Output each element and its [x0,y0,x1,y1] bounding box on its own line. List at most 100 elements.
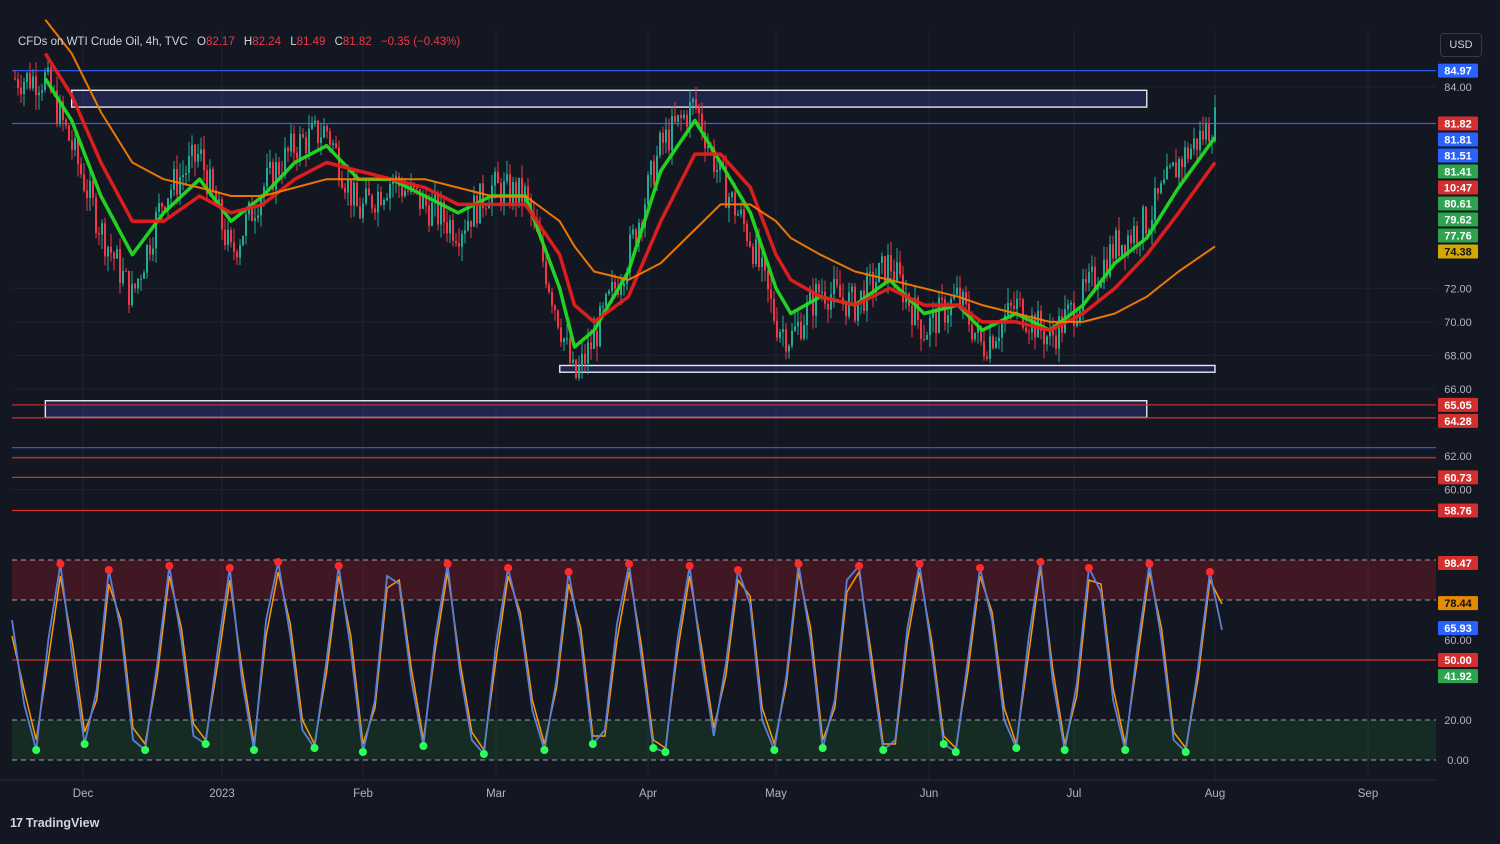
overbought-dot [334,562,343,570]
time-tick-label: Apr [639,788,657,800]
candle-body [458,243,460,247]
candle-body [938,297,940,334]
candle-body [221,199,223,230]
candle-body [68,125,70,141]
candle-body [1196,138,1198,151]
currency-button[interactable]: USD [1440,33,1482,57]
candle-body [827,303,829,310]
overbought-dot [915,560,924,568]
oversold-dot [818,744,827,752]
candle-body [35,76,37,96]
oversold-dot [1012,744,1021,752]
candle-body [731,192,733,197]
candle-body [869,271,871,273]
candle-body [287,147,289,152]
candle-body [689,102,691,127]
candle-body [509,174,511,205]
candle-body [74,138,76,150]
candle-body [356,182,358,207]
candle-body [1187,147,1189,159]
candle-body [1178,159,1180,178]
candle-body [245,214,247,236]
price-tag: 10:47 [1444,183,1472,195]
candle-body [86,190,88,199]
candle-body [881,256,883,263]
price-tag: 81.51 [1444,151,1472,163]
overbought-dot [443,560,452,568]
candle-body [695,99,697,107]
candle-body [125,270,127,272]
candle-body [455,240,457,244]
price-tag: 77.76 [1444,231,1472,243]
candle-body [818,283,820,293]
price-tag: 60.73 [1444,472,1472,484]
candle-body [776,320,778,338]
oversold-dot [80,740,89,748]
candle-body [377,191,379,213]
candle-body [104,223,106,257]
candle-body [611,282,613,292]
high-value: 82.24 [252,36,282,48]
candle-body [593,331,595,350]
change-value: −0.35 (−0.43%) [380,36,461,48]
price-chart[interactable]: 84.00 72.00 70.00 68.00 66.00 62.00 60.00 60.00… [0,0,1500,844]
candle-body [116,249,118,259]
candle-body [974,332,976,340]
candle-body [368,188,370,196]
candle-body [551,291,553,306]
candle-body [326,126,328,132]
candle-body [839,285,841,298]
candle-body [944,299,946,323]
zone-box [70,89,1148,108]
candle-body [866,272,868,311]
price-tag: 58.76 [1444,505,1472,517]
candle-body [446,222,448,234]
candle-body [512,182,514,205]
zone-box [44,400,1148,419]
candle-body [158,203,160,212]
candle-body [602,306,604,308]
candle-body [971,324,973,340]
candle-body [407,190,409,192]
candle-body [95,197,97,233]
candle-body [662,132,664,143]
oversold-band [12,720,1436,760]
candle-body [794,326,796,331]
candle-body [545,261,547,285]
candle-body [902,274,904,303]
overbought-dot [976,564,984,572]
candle-body [752,246,754,264]
candle-body [572,359,574,363]
candle-body [899,262,901,275]
candle-body [293,133,295,153]
candle-body [26,72,28,82]
candle-body [584,353,586,364]
candle-body [323,126,325,138]
candle-body [878,262,880,283]
candle-body [173,168,175,190]
price-tag: 81.81 [1444,135,1472,147]
candle-body [134,283,136,289]
price-tick-label: 70.00 [1444,317,1472,329]
candle-body [1199,130,1201,151]
candle-body [185,173,187,175]
candle-body [998,337,1000,342]
candle-body [851,286,853,293]
candle-body [314,120,316,124]
candle-body [269,161,271,168]
candle-body [1145,206,1147,234]
time-tick-label: Aug [1205,788,1225,800]
brand-name: TradingView [25,816,100,830]
candle-body [485,208,487,210]
candle-body [1184,147,1186,168]
oversold-dot [661,748,670,756]
chart-background [0,0,1500,844]
candle-body [1115,230,1117,259]
candle-body [698,106,700,114]
candle-body [389,183,391,199]
candle-body [791,330,793,346]
candle-body [305,137,307,153]
candle-body [92,180,94,198]
tradingview-brand[interactable]: 17 TradingView [10,816,99,830]
candle-body [1157,188,1159,194]
